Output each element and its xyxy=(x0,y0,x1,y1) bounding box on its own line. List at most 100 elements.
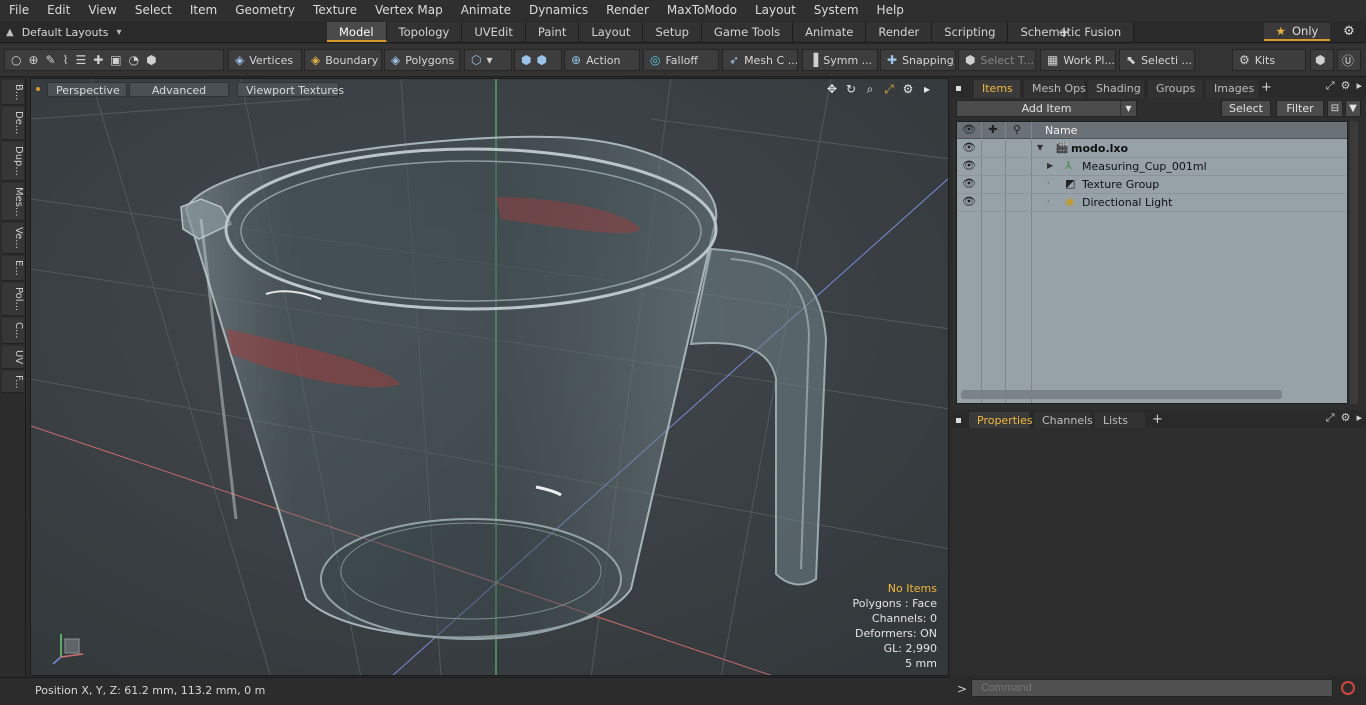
menu-file[interactable]: File xyxy=(0,0,38,21)
zoom-icon[interactable]: ⌕ xyxy=(863,82,877,96)
record-icon[interactable] xyxy=(1341,681,1355,695)
expand-arrow-icon[interactable]: ▶ xyxy=(1047,161,1053,170)
snap-box-icon[interactable]: ▣ xyxy=(110,53,121,67)
menu-geometry[interactable]: Geometry xyxy=(226,0,304,21)
filter-button[interactable]: Filter xyxy=(1276,100,1324,117)
expand-arrow-icon[interactable]: ▼ xyxy=(1037,143,1043,152)
menu-help[interactable]: Help xyxy=(868,0,913,21)
action-center-button[interactable]: ⊕ Action xyxy=(564,49,640,71)
viewport-textures-button[interactable]: Viewport Textures xyxy=(237,82,344,97)
list-item[interactable]: 👁 ▶ ⅄ Measuring_Cup_001ml xyxy=(957,158,1347,176)
3d-viewport[interactable]: Perspective Advanced Viewport Textures ✥… xyxy=(30,78,949,676)
locator-column-icon[interactable]: ⚲ xyxy=(1007,123,1027,136)
left-tab-edge[interactable]: E... xyxy=(2,256,24,281)
tab-groups[interactable]: Groups xyxy=(1148,80,1202,98)
eye-icon[interactable]: 👁 xyxy=(961,195,977,208)
maximize-icon[interactable]: ⤢ xyxy=(882,82,896,96)
mesh-constraints-button[interactable]: ➶ Mesh C ... xyxy=(722,49,798,71)
eye-icon[interactable]: 👁 xyxy=(961,159,977,172)
transform-icon[interactable]: ✚ xyxy=(93,53,103,67)
list-item[interactable]: 👁 · ◩ Texture Group xyxy=(957,176,1347,194)
material-mode-button[interactable]: ⬢ ⬢ xyxy=(514,49,562,71)
expand-icon[interactable]: ⤢ xyxy=(1326,411,1335,425)
viewport-gear-icon[interactable]: ⚙ xyxy=(901,82,915,96)
panel-menu-icon[interactable] xyxy=(956,418,961,423)
menu-animate[interactable]: Animate xyxy=(452,0,520,21)
menu-view[interactable]: View xyxy=(79,0,125,21)
polygons-button[interactable]: ◈ Polygons xyxy=(384,49,460,71)
menu-layout[interactable]: Layout xyxy=(746,0,805,21)
shield-icon[interactable]: ⬢ xyxy=(146,53,156,67)
list-item[interactable]: 👁 ▼ 🎬 modo.lxo xyxy=(957,140,1347,158)
falloff-button[interactable]: ◎ Falloff xyxy=(643,49,719,71)
left-tab-mesh-edit[interactable]: Mes... xyxy=(2,182,24,222)
rotate-icon[interactable]: ◔ xyxy=(129,53,139,67)
list-item[interactable]: 👁 · ◉ Directional Light xyxy=(957,194,1347,212)
horizontal-scrollbar[interactable] xyxy=(961,390,1282,399)
boundary-button[interactable]: ◈ Boundary xyxy=(304,49,382,71)
menu-vertex-map[interactable]: Vertex Map xyxy=(366,0,452,21)
tab-setup[interactable]: Setup xyxy=(643,22,702,42)
default-layouts-dropdown[interactable]: ▲ Default Layouts ▾ xyxy=(6,24,122,40)
visibility-column-eye-icon[interactable]: 👁 xyxy=(959,123,979,136)
collapse-icon[interactable]: ⊟ xyxy=(1327,100,1343,117)
menu-select[interactable]: Select xyxy=(126,0,181,21)
pan-icon[interactable]: ✥ xyxy=(825,82,839,96)
vertices-button[interactable]: ◈ Vertices xyxy=(228,49,302,71)
layout-expand-icon[interactable]: ▲ xyxy=(6,27,14,38)
lock-column-icon[interactable]: ✚ xyxy=(983,123,1003,136)
left-tab-polygon[interactable]: Pol... xyxy=(2,282,24,316)
tab-game-tools[interactable]: Game Tools xyxy=(701,22,794,42)
expand-icon[interactable]: ⤢ xyxy=(1326,79,1335,93)
unity-button[interactable]: ⬢ xyxy=(1310,49,1334,71)
tab-images[interactable]: Images xyxy=(1206,80,1258,98)
viewport-scene[interactable] xyxy=(31,79,949,676)
advanced-button[interactable]: Advanced xyxy=(129,82,229,97)
tab-mesh-ops[interactable]: Mesh Ops xyxy=(1024,80,1086,98)
tab-shading[interactable]: Shading xyxy=(1088,80,1144,98)
panel-arrow-icon[interactable]: ▸ xyxy=(1356,79,1362,93)
viewport-arrow-icon[interactable]: ▸ xyxy=(920,82,934,96)
selection-sets-button[interactable]: ⬉ Selecti ... xyxy=(1119,49,1195,71)
add-item-button[interactable]: Add Item ▼ xyxy=(956,100,1137,117)
orbit-icon[interactable]: ↻ xyxy=(844,82,858,96)
tab-uvedit[interactable]: UVEdit xyxy=(462,22,526,42)
gear-icon[interactable]: ⚙ xyxy=(1340,24,1358,40)
panel-arrow-icon[interactable]: ▸ xyxy=(1356,411,1362,425)
left-tab-basic[interactable]: B... xyxy=(2,80,24,106)
vertical-scrollbar[interactable] xyxy=(1350,121,1358,404)
left-tab-fusion[interactable]: F... xyxy=(2,370,24,394)
tab-model[interactable]: Model xyxy=(327,22,387,42)
globe-icon[interactable]: ⊕ xyxy=(28,53,38,67)
panel-menu-icon[interactable] xyxy=(956,86,961,91)
left-tab-deform[interactable]: De... xyxy=(2,107,24,140)
snapping-button[interactable]: ✚ Snapping xyxy=(880,49,956,71)
select-through-button[interactable]: ⬢ Select T... xyxy=(958,49,1036,71)
only-button[interactable]: ★ Only xyxy=(1264,23,1330,41)
panel-gear-icon[interactable]: ⚙ xyxy=(1341,79,1351,93)
chevron-down-icon[interactable]: ▼ xyxy=(1120,101,1136,116)
add-panel-tab-icon[interactable]: + xyxy=(1152,412,1163,427)
menu-texture[interactable]: Texture xyxy=(304,0,366,21)
menu-edit[interactable]: Edit xyxy=(38,0,79,21)
left-tab-curve[interactable]: C... xyxy=(2,317,24,344)
pen-icon[interactable]: ✎ xyxy=(46,53,56,67)
funnel-icon[interactable]: ▼ xyxy=(1345,100,1361,117)
brush-icon[interactable]: ⌇ xyxy=(63,53,69,67)
tab-render[interactable]: Render xyxy=(866,22,933,42)
add-panel-tab-icon[interactable]: + xyxy=(1261,80,1272,95)
tab-layout[interactable]: Layout xyxy=(579,22,644,42)
align-icon[interactable]: ☰ xyxy=(75,53,86,67)
left-tab-vertex[interactable]: Ve... xyxy=(2,223,24,255)
add-tab-icon[interactable]: + xyxy=(1056,22,1072,42)
command-input[interactable] xyxy=(971,679,1333,697)
menu-dynamics[interactable]: Dynamics xyxy=(520,0,597,21)
tab-scripting[interactable]: Scripting xyxy=(932,22,1009,42)
menu-system[interactable]: System xyxy=(805,0,868,21)
symmetry-button[interactable]: ▐ Symm ... xyxy=(802,49,878,71)
eye-icon[interactable]: 👁 xyxy=(961,177,977,190)
menu-item[interactable]: Item xyxy=(181,0,226,21)
tab-topology[interactable]: Topology xyxy=(386,22,463,42)
kits-button[interactable]: ⚙ Kits xyxy=(1232,49,1306,71)
name-column-header[interactable]: Name xyxy=(1045,124,1077,137)
